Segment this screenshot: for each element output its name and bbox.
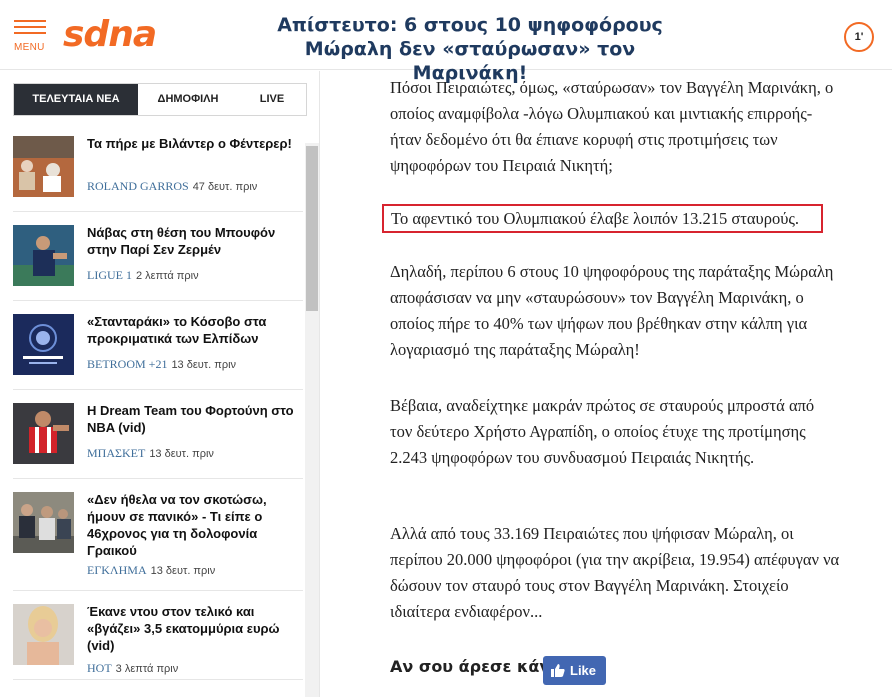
news-category[interactable]: HOT [87, 661, 112, 675]
sidebar-tabs: ΤΕΛΕΥΤΑΙΑ ΝΕΑ ΔΗΜΟΦΙΛΗ LIVE [13, 83, 307, 116]
like-label: Like [570, 663, 597, 678]
thumbs-up-icon [551, 664, 565, 677]
tab-popular[interactable]: ΔΗΜΟΦΙΛΗ [138, 84, 238, 115]
list-item[interactable]: Νάβας στη θέση του Μπουφόν στην Παρί Σεν… [13, 212, 303, 301]
news-category[interactable]: ΜΠΑΣΚΕΤ [87, 446, 145, 460]
list-item[interactable]: Η Dream Team του Φορτούνη στο NBA (vid) … [13, 390, 303, 479]
svg-text:sdna: sdna [63, 14, 156, 54]
news-title[interactable]: Νάβας στη θέση του Μπουφόν στην Παρί Σεν… [87, 224, 299, 258]
news-meta: LIGUE 1 2 λεπτά πριν [87, 268, 199, 283]
tab-latest[interactable]: ΤΕΛΕΥΤΑΙΑ ΝΕΑ [14, 84, 138, 115]
news-time: 13 δευτ. πριν [149, 448, 214, 460]
hamburger-icon-bar [14, 26, 46, 28]
news-thumbnail [13, 225, 74, 286]
news-sidebar: ΤΕΛΕΥΤΑΙΑ ΝΕΑ ΔΗΜΟΦΙΛΗ LIVE Τα πήρε με Β… [0, 71, 320, 697]
sidebar-scrollbar-thumb[interactable] [306, 146, 318, 311]
article-paragraph: Βέβαια, αναδείχτηκε μακράν πρώτος σε στα… [390, 396, 815, 467]
sdna-logo-icon: sdna [63, 14, 157, 55]
news-time: 13 δευτ. πριν [150, 565, 216, 577]
site-logo[interactable]: sdna [63, 14, 183, 63]
news-title[interactable]: «Στανταράκι» το Κόσοβο στα προκριματικά … [87, 313, 299, 347]
list-item[interactable]: Έκανε ντου στον τελικό και «βγάζει» 3,5 … [13, 591, 303, 680]
list-item[interactable]: Τα πήρε με Βιλάντερ ο Φέντερερ! ROLAND G… [13, 123, 303, 212]
tab-live[interactable]: LIVE [238, 84, 306, 115]
list-item[interactable]: «Δεν ήθελα να τον σκοτώσω, ήμουν σε πανι… [13, 479, 303, 591]
news-thumbnail [13, 604, 74, 665]
like-prompt: Αν σου άρεσε κάνε [390, 657, 560, 676]
news-time: 2 λεπτά πριν [136, 270, 199, 282]
news-thumbnail [13, 492, 74, 553]
hamburger-icon-bar [14, 32, 46, 34]
news-title[interactable]: Η Dream Team του Φορτούνη στο NBA (vid) [87, 402, 299, 436]
news-category[interactable]: BETROOM +21 [87, 357, 167, 371]
news-category[interactable]: ΕΓΚΛΗΜΑ [87, 563, 147, 577]
news-title[interactable]: «Δεν ήθελα να τον σκοτώσω, ήμουν σε πανι… [87, 491, 299, 559]
news-meta: HOT 3 λεπτά πριν [87, 661, 178, 676]
reading-time-badge[interactable]: 1' [844, 22, 874, 52]
news-time: 13 δευτ. πριν [171, 359, 237, 371]
news-thumbnail [13, 314, 74, 375]
news-meta: ΜΠΑΣΚΕΤ 13 δευτ. πριν [87, 446, 214, 461]
news-title[interactable]: Έκανε ντου στον τελικό και «βγάζει» 3,5 … [87, 603, 299, 654]
news-thumbnail [13, 403, 74, 464]
news-category[interactable]: ROLAND GARROS [87, 179, 189, 193]
site-header: MENU sdna Απίστευτο: 6 στους 10 ψηφοφόρο… [0, 0, 892, 84]
hamburger-icon [14, 20, 46, 22]
news-category[interactable]: LIGUE 1 [87, 268, 132, 282]
news-time: 3 λεπτά πριν [115, 663, 179, 675]
news-meta: ROLAND GARROS 47 δευτ. πριν [87, 179, 257, 194]
menu-label: MENU [14, 42, 45, 53]
highlighted-text: Το αφεντικό του Ολυμπιακού έλαβε λοιπόν … [391, 209, 800, 228]
article-paragraph: Δηλαδή, περίπου 6 στους 10 ψηφοφόρους τη… [390, 262, 834, 359]
news-time: 47 δευτ. πριν [192, 181, 258, 193]
news-thumbnail [13, 136, 74, 197]
highlighted-paragraph: Το αφεντικό του Ολυμπιακού έλαβε λοιπόν … [382, 204, 823, 233]
facebook-like-button[interactable]: Like [543, 656, 606, 685]
article-paragraph: Αλλά από τους 33.169 Πειραιώτες που ψήφι… [390, 524, 840, 621]
article-paragraph: Πόσοι Πειραιώτες, όμως, «σταύρωσαν» τον … [390, 78, 834, 175]
news-title[interactable]: Τα πήρε με Βιλάντερ ο Φέντερερ! [87, 135, 299, 152]
news-meta: BETROOM +21 13 δευτ. πριν [87, 357, 236, 372]
menu-button[interactable]: MENU [14, 18, 48, 56]
news-meta: ΕΓΚΛΗΜΑ 13 δευτ. πριν [87, 563, 215, 578]
list-item[interactable]: «Στανταράκι» το Κόσοβο στα προκριματικά … [13, 301, 303, 390]
